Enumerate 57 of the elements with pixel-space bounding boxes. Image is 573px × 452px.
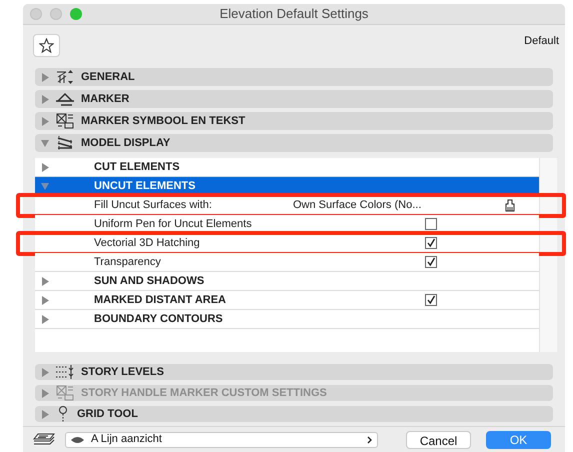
section-header[interactable]: GRID TOOL bbox=[35, 406, 553, 422]
marker-symbol-icon bbox=[56, 385, 74, 401]
expand-triangle-icon[interactable] bbox=[41, 314, 49, 324]
favorites-button[interactable] bbox=[33, 34, 60, 56]
zoom-button[interactable] bbox=[70, 8, 82, 20]
setting-label: Transparency bbox=[94, 254, 162, 270]
section-header[interactable]: MODEL DISPLAY bbox=[35, 134, 553, 152]
section-arrows-icon bbox=[56, 69, 74, 85]
group-title: UNCUT ELEMENTS bbox=[94, 178, 196, 194]
section-header[interactable]: MARKER SYMBOOL EN TEKST bbox=[35, 112, 553, 130]
group-title: BOUNDARY CONTOURS bbox=[94, 312, 224, 327]
setting-label: Fill Uncut Surfaces with: bbox=[94, 198, 213, 213]
marker-symbol-icon bbox=[56, 113, 74, 129]
star-icon bbox=[39, 38, 54, 52]
chevron-right-icon bbox=[367, 436, 372, 444]
section-title: MARKER SYMBOOL EN TEKST bbox=[81, 114, 246, 129]
setting-label: Vectorial 3D Hatching bbox=[94, 236, 201, 251]
expand-triangle-icon[interactable] bbox=[41, 296, 49, 304]
section-title: STORY HANDLE MARKER CUSTOM SETTINGS bbox=[81, 386, 327, 401]
section-header[interactable]: GENERAL bbox=[35, 68, 553, 86]
checkbox[interactable] bbox=[425, 218, 437, 230]
pin-icon bbox=[56, 406, 70, 422]
collapse-triangle-icon[interactable] bbox=[41, 138, 49, 148]
view-selector[interactable]: A Lijn aanzicht bbox=[65, 432, 378, 448]
section-title: GRID TOOL bbox=[77, 406, 138, 422]
setting-value[interactable]: Own Surface Colors (No... bbox=[293, 196, 503, 214]
expand-triangle-icon[interactable] bbox=[41, 368, 49, 376]
brush-icon[interactable] bbox=[505, 198, 515, 212]
expand-triangle-icon[interactable] bbox=[41, 162, 49, 172]
setting-row[interactable]: Transparency bbox=[35, 253, 539, 272]
window-title: Elevation Default Settings bbox=[218, 5, 370, 24]
checkbox[interactable] bbox=[425, 256, 437, 268]
section-header[interactable]: STORY LEVELS bbox=[35, 364, 553, 380]
group-title: CUT ELEMENTS bbox=[94, 160, 181, 175]
eye-icon bbox=[70, 436, 85, 444]
group-title: MARKED DISTANT AREA bbox=[94, 292, 227, 308]
section-title: STORY LEVELS bbox=[81, 364, 164, 380]
layers-icon[interactable] bbox=[33, 432, 55, 446]
section-title: MODEL DISPLAY bbox=[81, 136, 170, 151]
section-header[interactable]: MARKER bbox=[35, 90, 553, 108]
elevation-marker-icon bbox=[56, 92, 74, 106]
checkbox[interactable] bbox=[425, 294, 437, 306]
group-row[interactable]: MARKED DISTANT AREA bbox=[35, 291, 539, 310]
setting-label: Uniform Pen for Uncut Elements bbox=[94, 216, 253, 232]
expand-triangle-icon[interactable] bbox=[41, 72, 49, 82]
checkbox[interactable] bbox=[425, 237, 437, 249]
section-title: GENERAL bbox=[81, 70, 135, 85]
cancel-button[interactable]: Cancel bbox=[406, 430, 471, 448]
group-title: SUN AND SHADOWS bbox=[94, 274, 206, 289]
levels-icon bbox=[56, 365, 74, 379]
film-strip-icon bbox=[56, 135, 74, 151]
expand-triangle-icon[interactable] bbox=[41, 116, 49, 126]
expand-triangle-icon[interactable] bbox=[41, 94, 49, 104]
section-title: MARKER bbox=[81, 92, 130, 107]
expand-triangle-icon[interactable] bbox=[41, 410, 49, 418]
expand-triangle-icon[interactable] bbox=[41, 276, 49, 286]
preset-label: Default bbox=[524, 34, 559, 49]
